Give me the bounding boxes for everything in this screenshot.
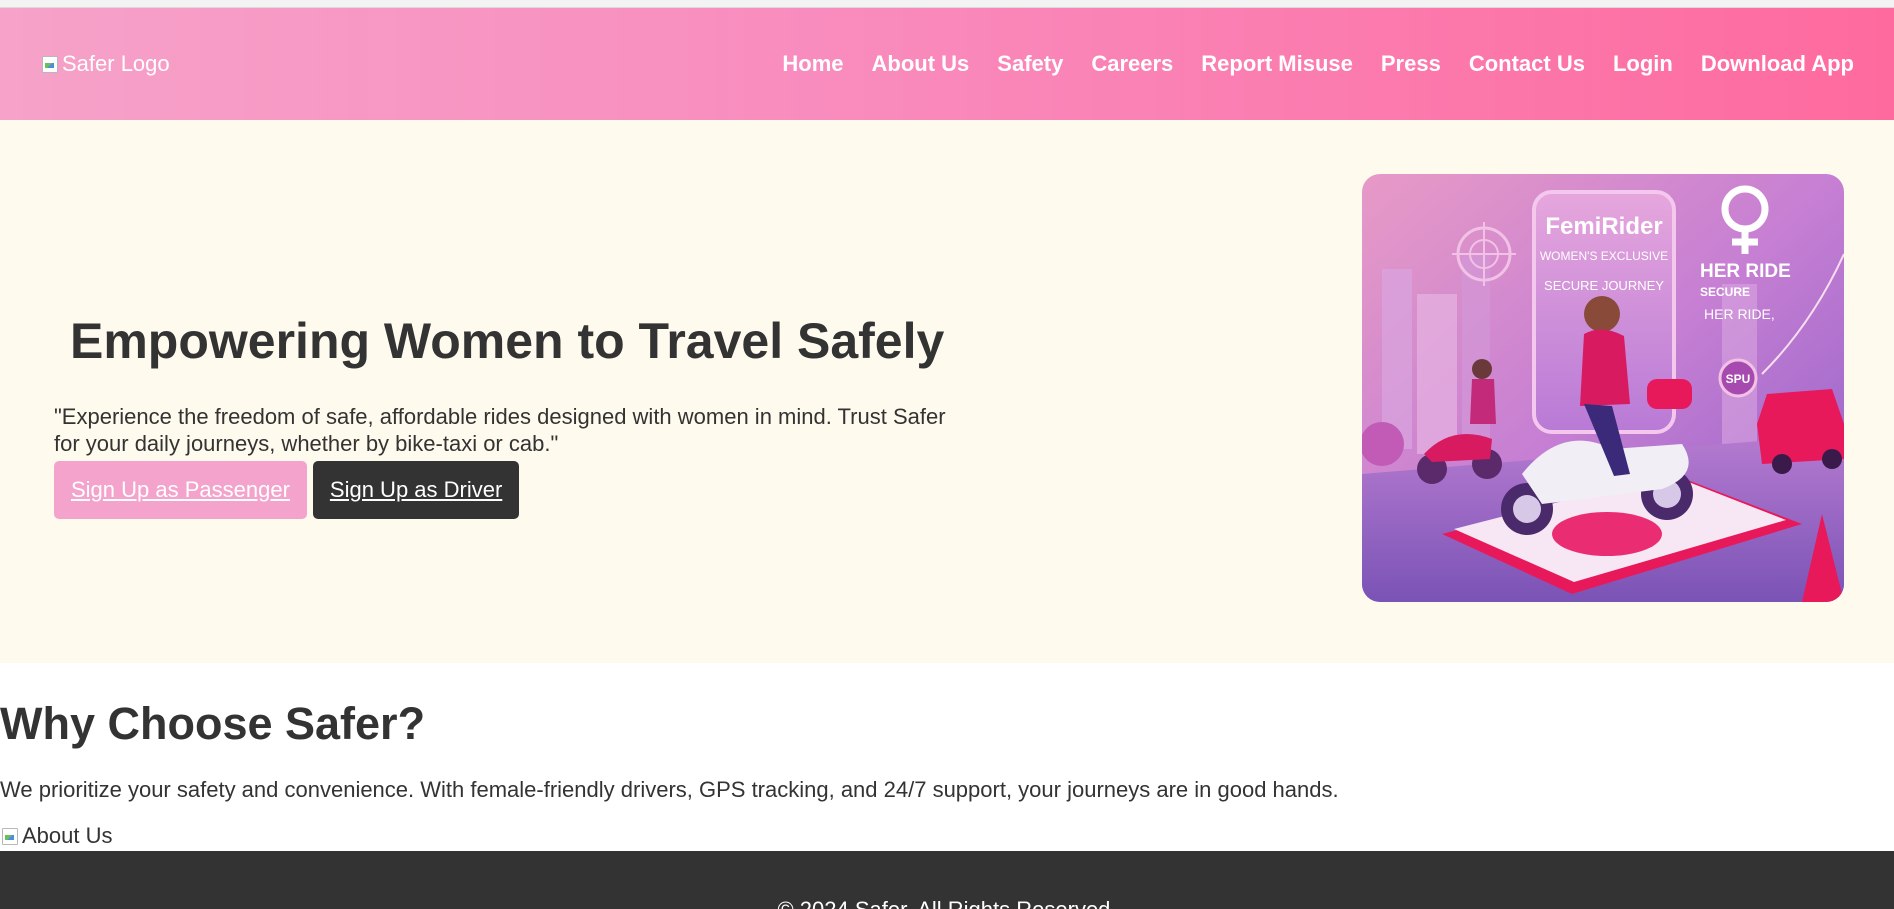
signup-passenger-button[interactable]: Sign Up as Passenger [54,461,307,519]
hero-cta-group: Sign Up as Passenger Sign Up as Driver [54,461,520,519]
hero-subtitle: "Experience the freedom of safe, afforda… [54,404,946,456]
footer-copyright: © 2024 Safer. All Rights Reserved. [0,897,1894,909]
why-title: Why Choose Safer? [0,698,426,749]
nav-download-app[interactable]: Download App [1701,51,1854,77]
side-sub-2: HER RIDE, [1704,306,1775,322]
main-nav: Home About Us Safety Careers Report Misu… [782,51,1854,77]
why-text: We prioritize your safety and convenienc… [0,777,1339,802]
nav-login[interactable]: Login [1613,51,1673,77]
side-title: HER RIDE [1700,261,1791,282]
side-sub-1: SECURE [1700,285,1750,299]
nav-report-misuse[interactable]: Report Misuse [1201,51,1353,77]
about-us-image: About Us [0,823,113,849]
broken-image-icon [0,826,20,846]
hero-illustration: FemiRider WOMEN'S EXCLUSIVE SECURE JOURN… [1362,174,1844,602]
why-section: Why Choose Safer? We prioritize your saf… [0,663,1894,851]
badge-text: SPU [1726,372,1751,386]
site-logo[interactable]: Safer Logo [40,51,170,77]
nav-home[interactable]: Home [782,51,843,77]
hero-title: Empowering Women to Travel Safely [70,313,945,369]
about-image-alt: About Us [22,823,113,848]
brand-line-2: SECURE JOURNEY [1544,278,1664,293]
nav-safety[interactable]: Safety [997,51,1063,77]
hero-section: Empowering Women to Travel Safely "Exper… [0,120,1894,663]
logo-alt-text: Safer Logo [62,51,170,76]
brand-text: FemiRider [1545,213,1662,240]
site-footer: © 2024 Safer. All Rights Reserved. [0,851,1894,909]
brand-line-1: WOMEN'S EXCLUSIVE [1540,249,1668,263]
broken-image-icon [40,54,60,74]
nav-careers[interactable]: Careers [1091,51,1173,77]
nav-about-us[interactable]: About Us [872,51,970,77]
nav-contact-us[interactable]: Contact Us [1469,51,1585,77]
hero-illustration-svg: FemiRider WOMEN'S EXCLUSIVE SECURE JOURN… [1362,174,1844,602]
signup-driver-button[interactable]: Sign Up as Driver [312,461,520,519]
site-header: Safer Logo Home About Us Safety Careers … [0,8,1894,120]
browser-top-strip [0,0,1894,8]
nav-press[interactable]: Press [1381,51,1441,77]
